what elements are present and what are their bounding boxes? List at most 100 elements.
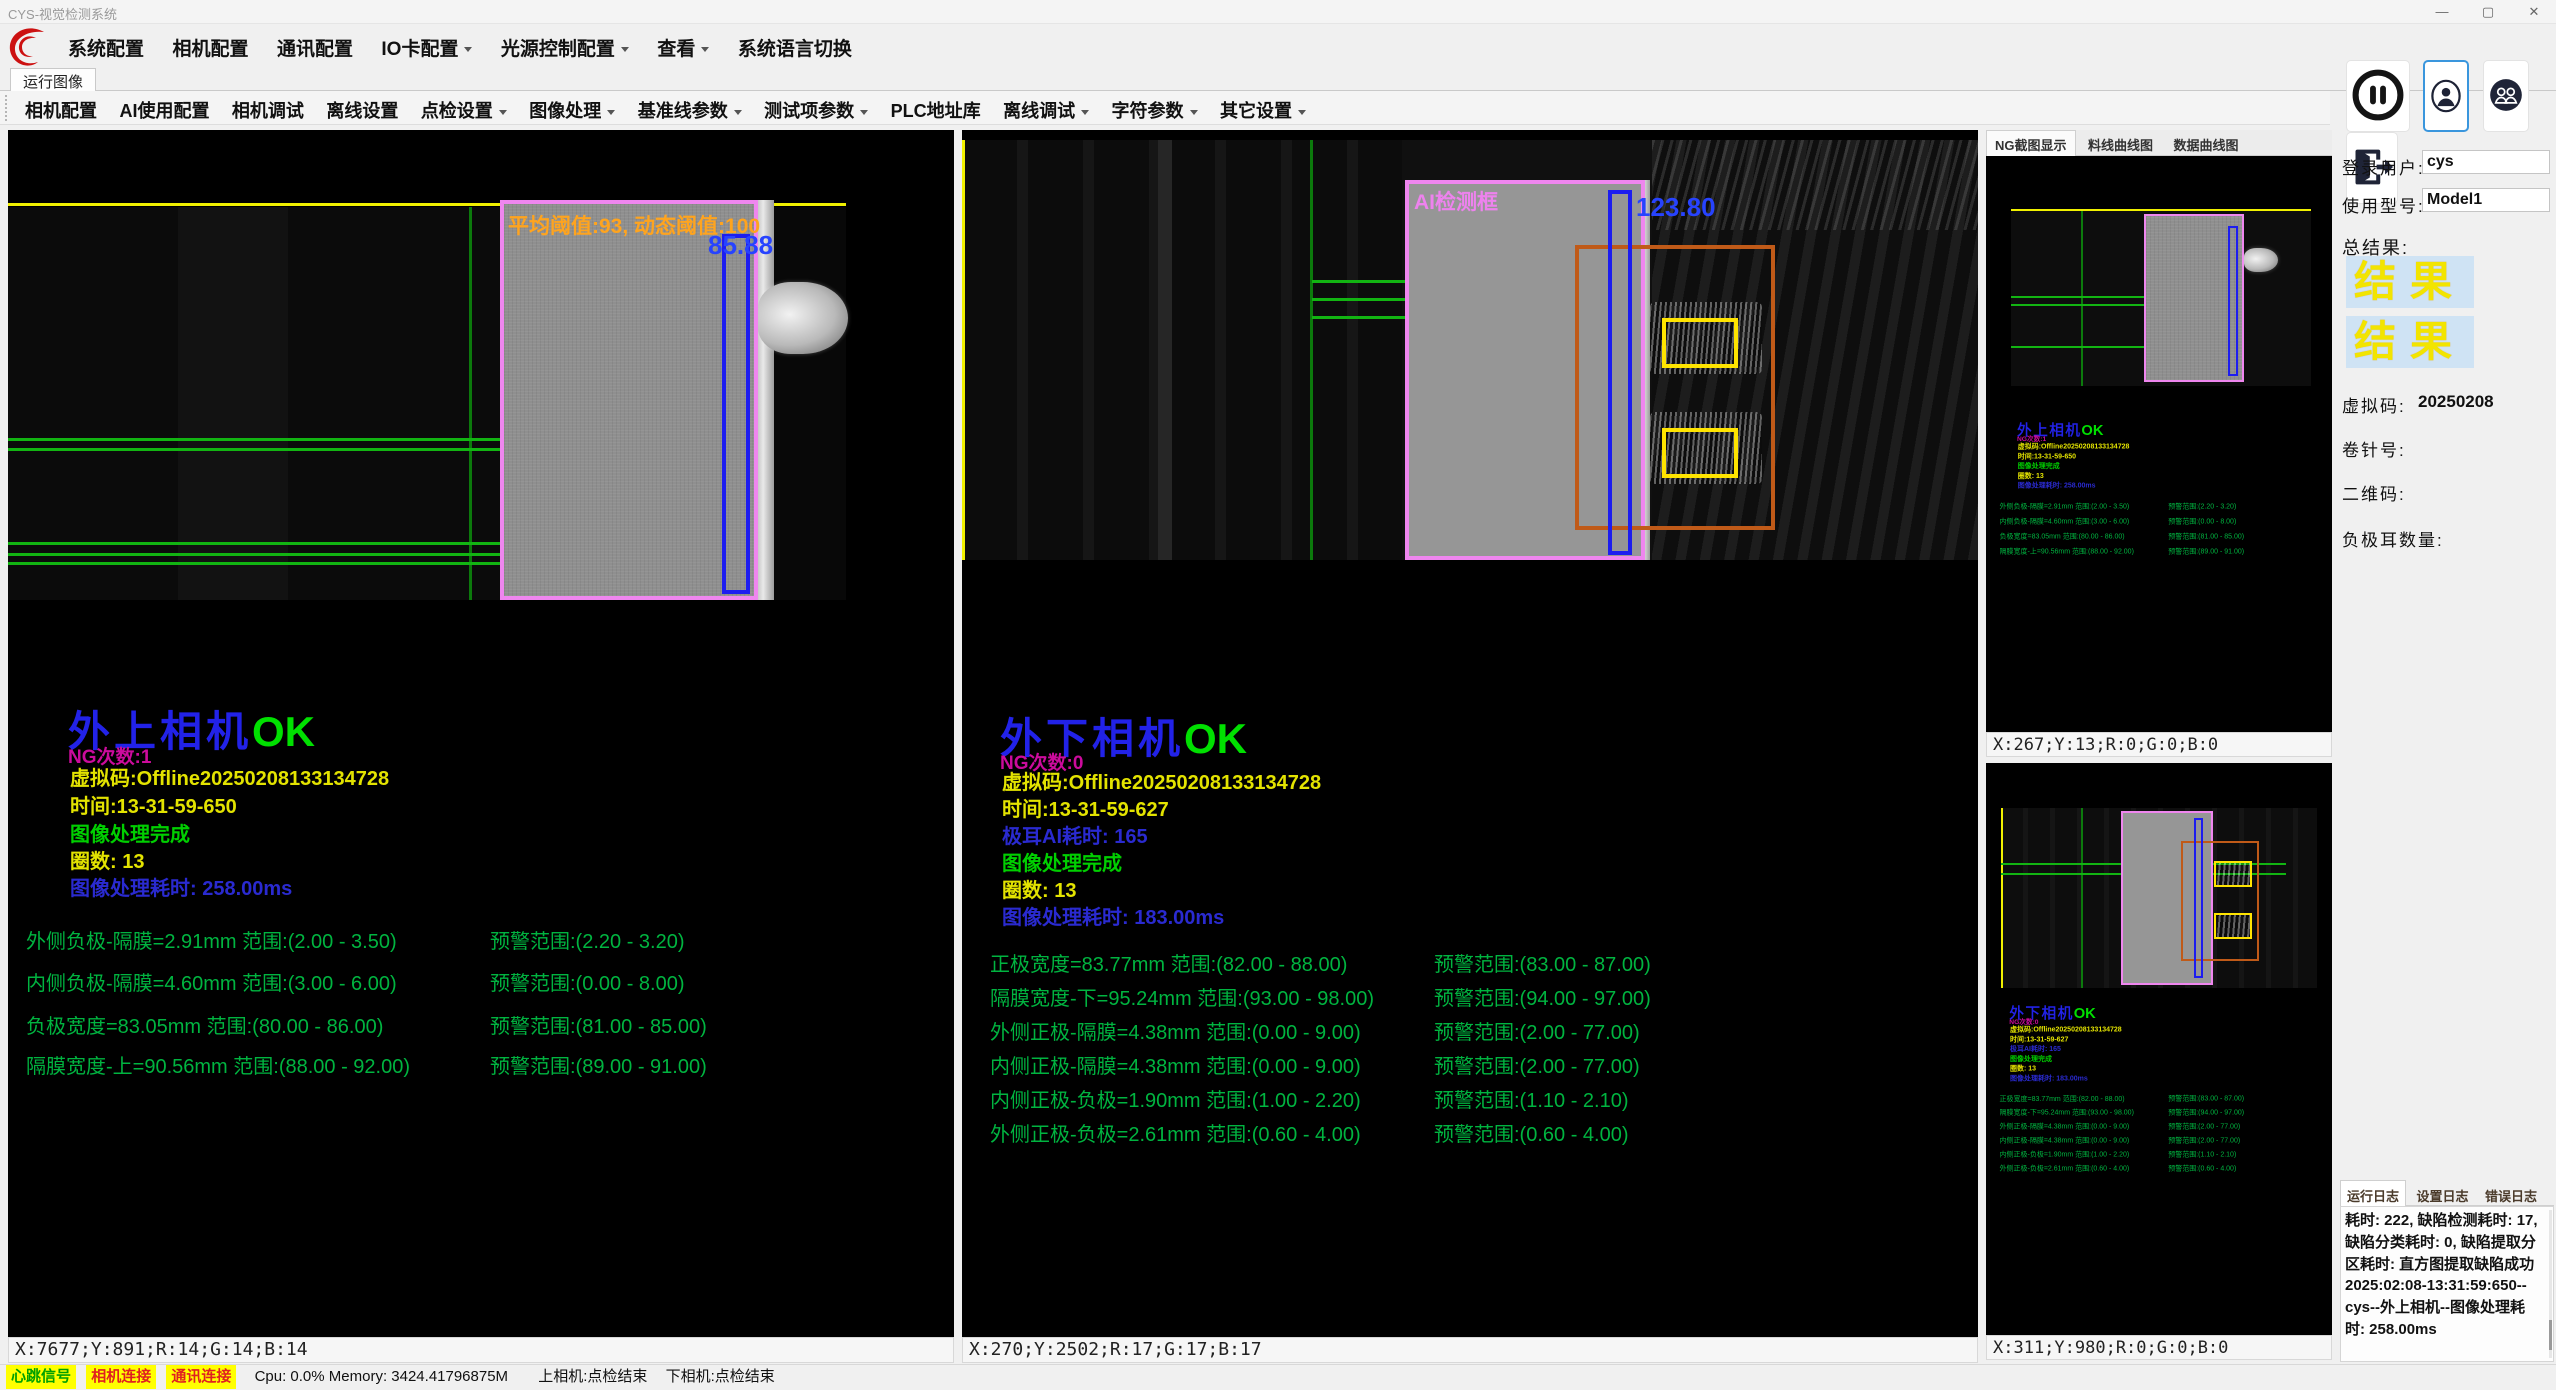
mini-meas: 隔膜宽度-下=95.24mm 范围:(93.00 - 98.00): [2000, 1107, 2134, 1117]
cpu-memory-status: Cpu: 0.0% Memory: 3424.41796875M: [255, 1368, 508, 1385]
defect-yellow-box: [1662, 428, 1738, 478]
right-info-panel: 登录用户: 使用型号: 总结果: 结果 结果 虚拟码: 20250208 卷针号…: [2340, 130, 2554, 1363]
menu-camera-config[interactable]: 相机配置: [160, 24, 260, 71]
process-done-line: 图像处理完成: [70, 818, 190, 847]
virtual-code-line: 虚拟码:Offline20250208133134728: [70, 762, 389, 791]
mini-meas: 内侧负极-隔膜=4.60mm 范围:(3.00 - 6.00): [2000, 515, 2130, 525]
toolbar: 相机配置 AI使用配置 相机调试 离线设置 点检设置 图像处理 基准线参数 测试…: [0, 91, 2330, 125]
detect-orange-box: [1575, 245, 1775, 530]
tool-baseline-params[interactable]: 基准线参数: [629, 91, 751, 129]
statusbar: 心跳信号 相机连接 通讯连接 Cpu: 0.0% Memory: 3424.41…: [0, 1364, 2556, 1390]
mini-info: 圈数: 13: [2010, 1063, 2036, 1073]
comm-link-status: 通讯连接: [166, 1365, 236, 1389]
mini-meas: 预警范围:(81.00 - 85.00): [2168, 530, 2244, 540]
defect-yellow-box: [1662, 318, 1738, 368]
tab-material-curve[interactable]: 料线曲线图: [2080, 131, 2161, 158]
virtual-code-label: 虚拟码:: [2342, 392, 2406, 417]
tool-offline-debug[interactable]: 离线调试: [994, 91, 1098, 129]
tool-camera-config[interactable]: 相机配置: [16, 91, 106, 129]
camera-panel-lower-outer: AI检测框 123.80 外下相机OK NG次数:0 虚拟码:Offline20…: [962, 130, 1978, 1363]
model-label: 使用型号:: [2342, 192, 2425, 217]
process-done-line: 图像处理完成: [1002, 847, 1122, 876]
mini-meas: 外侧正极-隔膜=4.38mm 范围:(0.00 - 9.00): [2000, 1121, 2130, 1131]
yellow-edge-line: [962, 140, 965, 560]
user-icon: [2427, 68, 2465, 124]
mini-meas: 预警范围:(94.00 - 97.00): [2168, 1107, 2244, 1117]
menu-light-config[interactable]: 光源控制配置: [489, 24, 641, 71]
maximize-button[interactable]: ▢: [2466, 0, 2510, 24]
ng-sidebar: NG截图显示 料线曲线图 数据曲线图 外上相机OK NG次数:1 虚拟码:Off…: [1986, 130, 2332, 1363]
caret-down-icon: [701, 47, 709, 52]
toolbar-grip[interactable]: [5, 95, 9, 121]
measurement: 正极宽度=83.77mm 范围:(82.00 - 88.00): [990, 948, 1347, 977]
camera-view-lower-outer[interactable]: AI检测框 123.80 外下相机OK NG次数:0 虚拟码:Offline20…: [962, 130, 1978, 1337]
mini-yellow-box: [2214, 913, 2252, 939]
mini-info: 图像处理完成: [2010, 1053, 2052, 1063]
image-band: [962, 140, 1402, 560]
metal-pin: [758, 282, 848, 354]
warn-range: 预警范围:(89.00 - 91.00): [490, 1050, 707, 1079]
tool-offline-setting[interactable]: 离线设置: [317, 91, 407, 129]
window-title: CYS-视觉检测系统: [8, 4, 117, 23]
image-band: [774, 207, 846, 600]
mini-meas: 预警范围:(2.00 - 77.00): [2168, 1121, 2240, 1131]
tool-camera-debug[interactable]: 相机调试: [223, 91, 313, 129]
model-input[interactable]: [2422, 188, 2550, 212]
tool-char-params[interactable]: 字符参数: [1103, 91, 1207, 129]
warn-range: 预警范围:(2.20 - 3.20): [490, 925, 685, 954]
tab-data-curve[interactable]: 数据曲线图: [2165, 131, 2246, 158]
tab-run-image[interactable]: 运行图像: [10, 68, 96, 91]
result-box-upper: 结果: [2346, 256, 2474, 308]
tool-spot-check[interactable]: 点检设置: [412, 91, 516, 129]
yellow-reference-line: [2011, 209, 2311, 211]
pixel-coordinate-bar: X:7677;Y:891;R:14;G:14;B:14: [8, 1337, 954, 1363]
time-line: 时间:13-31-59-650: [70, 790, 237, 819]
tab-row: 运行图像: [0, 68, 2556, 91]
mini-meas: 外侧正极-负极=2.61mm 范围:(0.60 - 4.00): [2000, 1163, 2130, 1173]
minimize-button[interactable]: —: [2420, 0, 2464, 24]
menu-system-config[interactable]: 系统配置: [56, 24, 156, 71]
tool-other-settings[interactable]: 其它设置: [1211, 91, 1315, 129]
ng-thumbnail-lower[interactable]: 外下相机OK NG次数:0 虚拟码:Offline202502081331347…: [1986, 763, 2332, 1335]
loop-count-line: 圈数: 13: [1002, 874, 1076, 903]
measurement: 隔膜宽度-下=95.24mm 范围:(93.00 - 98.00): [990, 982, 1374, 1011]
camera-view-upper-outer[interactable]: 平均阈值:93, 动态阈值:100 85.88 外上相机OK NG次数:1 虚拟…: [8, 130, 954, 1337]
log-scrollbar-thumb[interactable]: [2549, 1320, 2552, 1350]
warn-range: 预警范围:(81.00 - 85.00): [490, 1010, 707, 1039]
upper-camera-status: 上相机:点检结束: [538, 1368, 647, 1385]
ng-thumbnail-upper[interactable]: 外上相机OK NG次数:1 虚拟码:Offline202502081331347…: [1986, 156, 2332, 732]
warn-range: 预警范围:(2.00 - 77.00): [1434, 1050, 1640, 1079]
tool-test-params[interactable]: 测试项参数: [755, 91, 877, 129]
current-user-button[interactable]: [2423, 60, 2469, 132]
pixel-coordinate-bar: X:270;Y:2502;R:17;G:17;B:17: [962, 1337, 1978, 1363]
part-texture: [504, 204, 754, 596]
green-vertical-line: [2081, 808, 2083, 988]
green-vertical-line: [1310, 140, 1313, 560]
menu-comm-config[interactable]: 通讯配置: [265, 24, 365, 71]
menu-language-switch[interactable]: 系统语言切换: [726, 24, 864, 71]
measure-value-overlay: 85.88: [708, 230, 773, 261]
qr-code-label: 二维码:: [2342, 480, 2406, 505]
mini-meas: 预警范围:(83.00 - 87.00): [2168, 1093, 2244, 1103]
measurement: 隔膜宽度-上=90.56mm 范围:(88.00 - 92.00): [26, 1050, 410, 1079]
mini-meas: 正极宽度=83.77mm 范围:(82.00 - 88.00): [2000, 1093, 2125, 1103]
login-user-input[interactable]: [2422, 150, 2550, 174]
warn-range: 预警范围:(0.00 - 8.00): [490, 967, 685, 996]
tool-image-process[interactable]: 图像处理: [520, 91, 624, 129]
measure-blue-box: [1608, 190, 1632, 555]
loop-count-line: 圈数: 13: [70, 845, 144, 874]
mini-meas: 预警范围:(89.00 - 91.00): [2168, 545, 2244, 555]
mini-meas: 负极宽度=83.05mm 范围:(80.00 - 86.00): [2000, 530, 2125, 540]
user-management-button[interactable]: [2483, 60, 2529, 132]
mini-info: 圈数: 13: [2018, 470, 2044, 480]
menu-io-config[interactable]: IO卡配置: [369, 24, 484, 71]
tool-plc-address[interactable]: PLC地址库: [882, 91, 990, 129]
menu-view[interactable]: 查看: [645, 24, 721, 71]
close-button[interactable]: ✕: [2512, 0, 2556, 24]
caret-down-icon: [499, 110, 507, 115]
tool-ai-config[interactable]: AI使用配置: [110, 91, 218, 129]
pause-button[interactable]: [2346, 60, 2410, 132]
measure-blue-box: [722, 234, 750, 594]
tab-ng-screenshot[interactable]: NG截图显示: [1986, 130, 2076, 158]
mini-info: 时间:13-31-59-650: [2018, 450, 2076, 460]
